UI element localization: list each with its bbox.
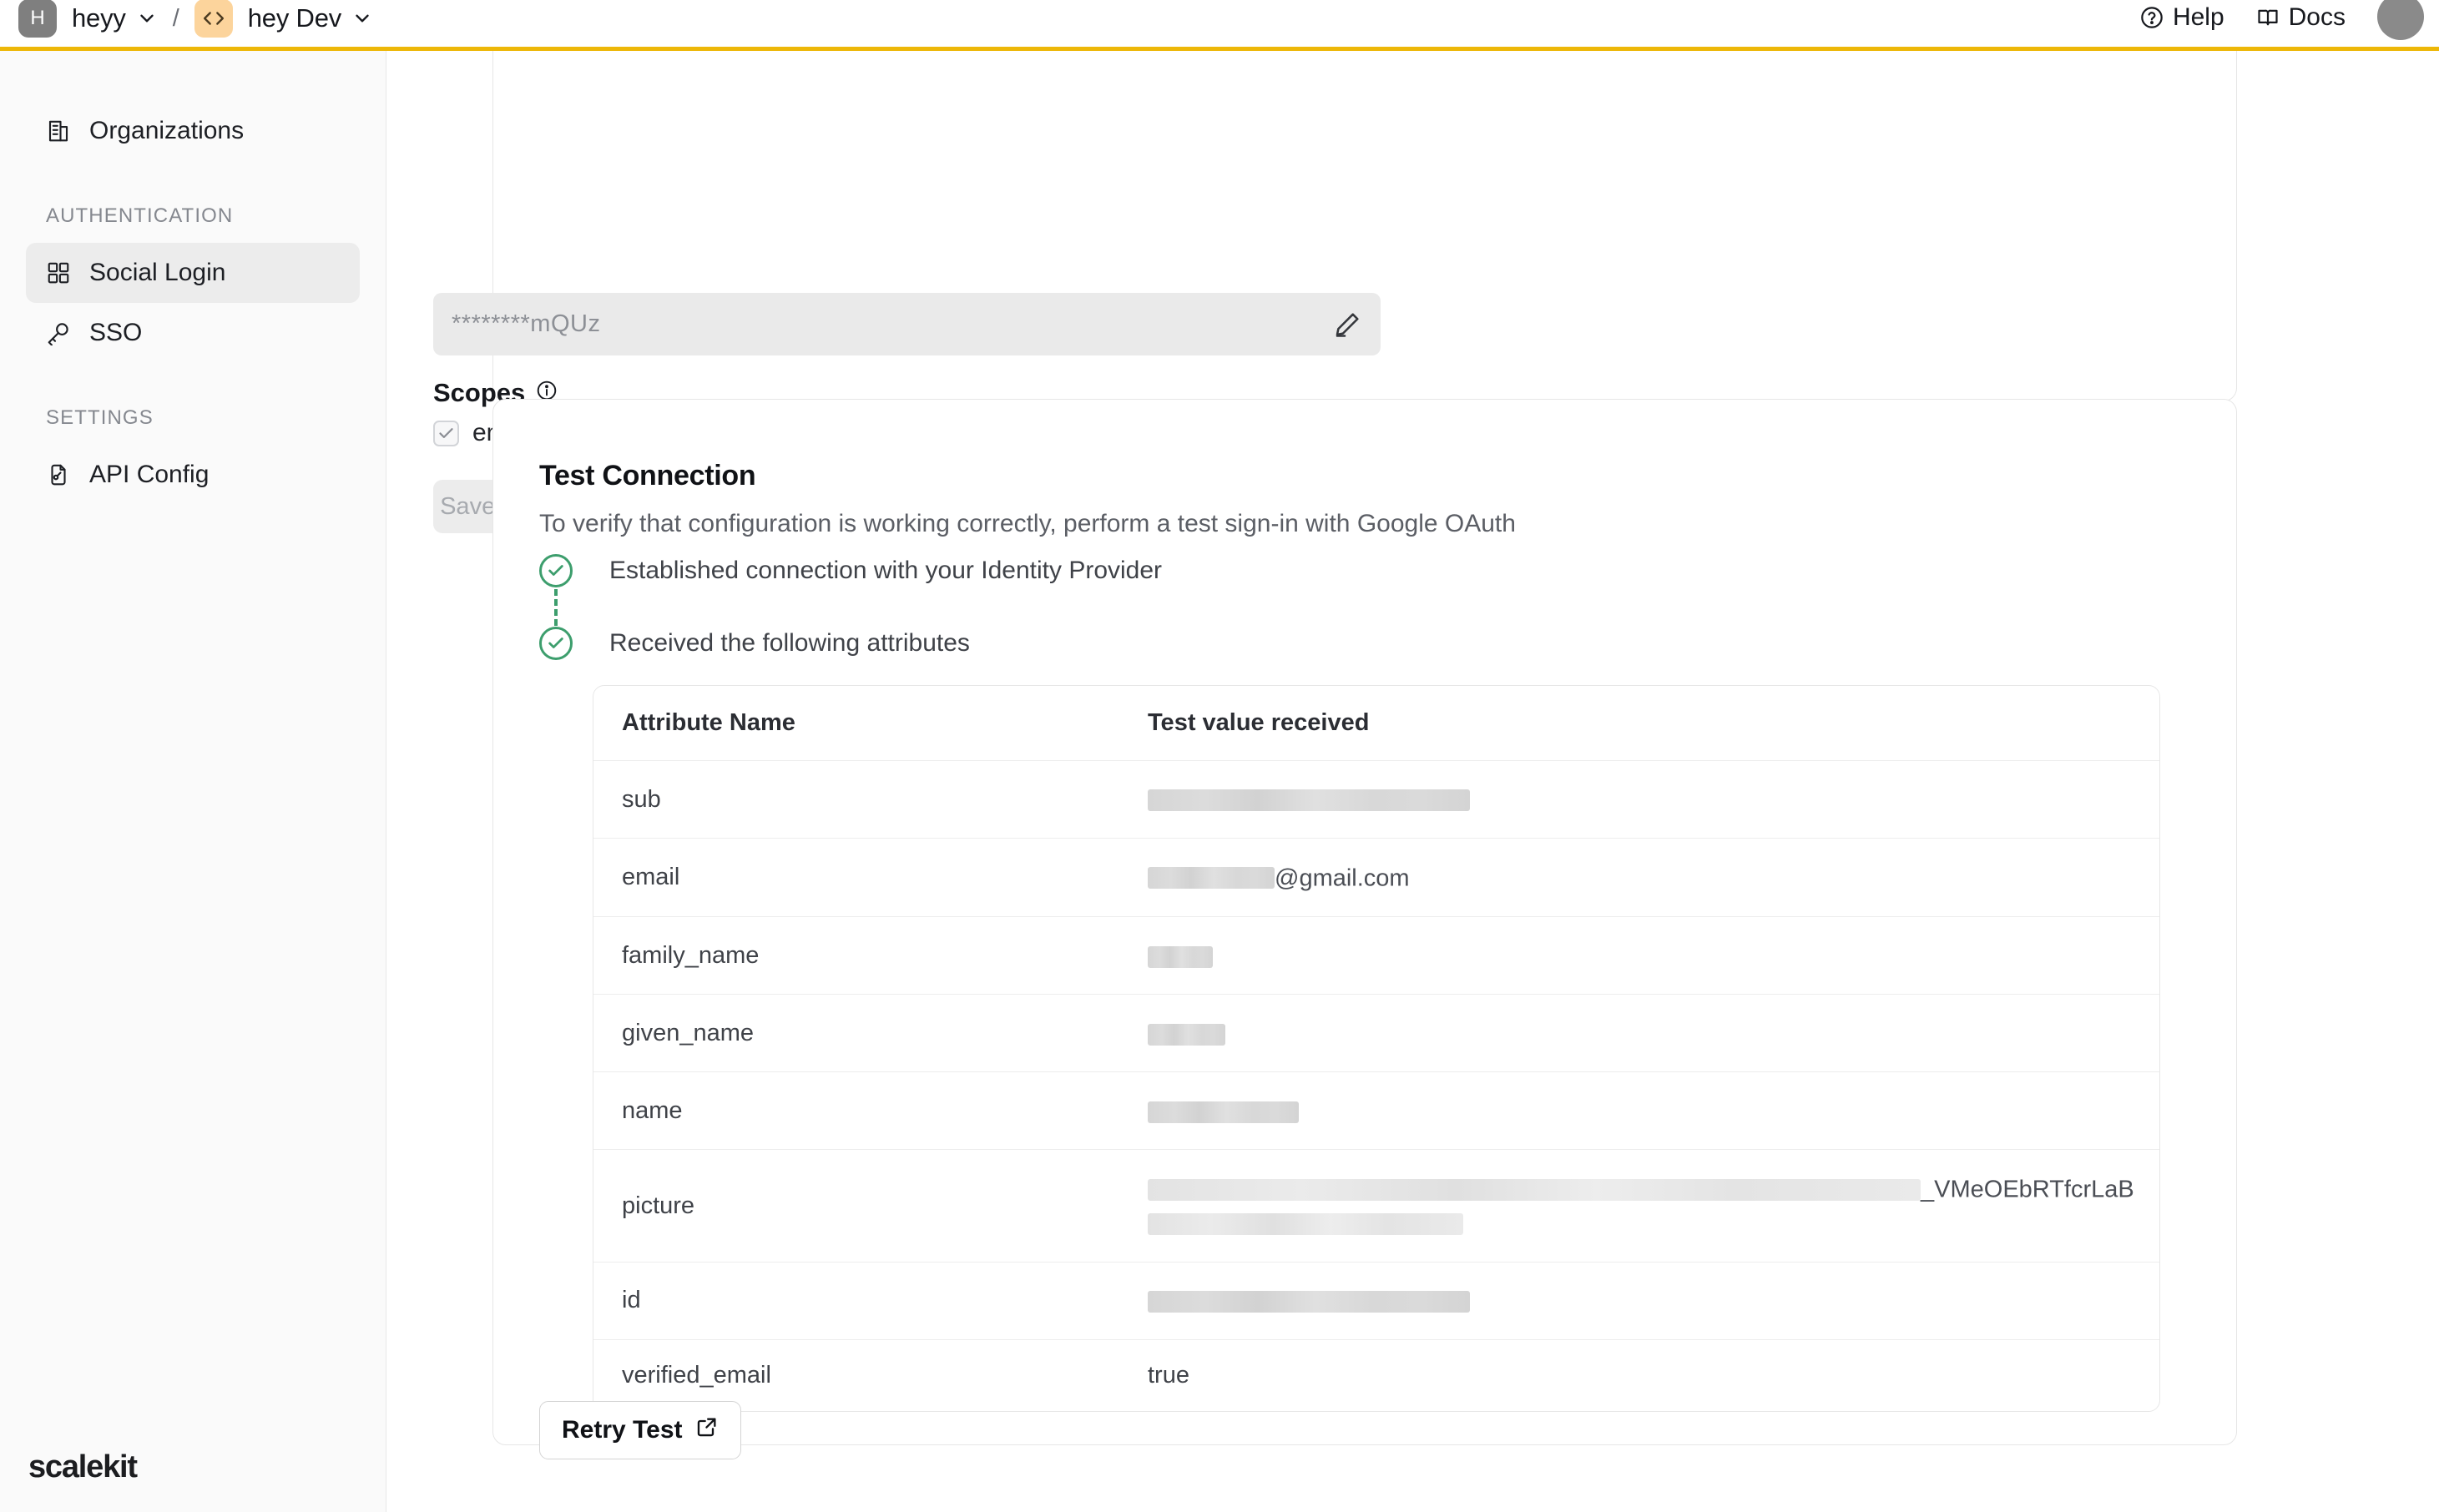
attribute-value-cell: _VMeOEbRTfcrLaB — [1119, 1149, 2159, 1263]
table-row: email @gmail.com — [593, 838, 2159, 918]
table-row: verified_email true — [593, 1339, 2159, 1411]
docs-link[interactable]: Docs — [2256, 3, 2346, 32]
attribute-value-cell — [1119, 1262, 2159, 1340]
help-link[interactable]: Help — [2140, 3, 2224, 32]
chevron-down-icon[interactable] — [136, 8, 158, 29]
step-connector — [554, 589, 558, 626]
table-row: name — [593, 1071, 2159, 1151]
retry-test-button[interactable]: Retry Test — [539, 1401, 741, 1459]
top-bar: H heyy / hey Dev Help Docs — [0, 0, 2439, 48]
table-header-row: Attribute Name Test value received — [593, 686, 2159, 761]
column-header-test-value: Test value received — [1119, 686, 2159, 761]
top-bar-actions: Help Docs — [2140, 0, 2439, 48]
redacted-value-line-2 — [1148, 1213, 1463, 1236]
attribute-value-text: @gmail.com — [1275, 864, 1410, 892]
table-row: given_name — [593, 994, 2159, 1073]
redacted-value — [1148, 1101, 1299, 1123]
column-header-attribute-name: Attribute Name — [593, 686, 1119, 761]
sidebar-item-organizations[interactable]: Organizations — [26, 101, 360, 161]
key-icon — [46, 320, 71, 345]
breadcrumb-env-name[interactable]: hey Dev — [248, 3, 342, 33]
sidebar: Organizations AUTHENTICATION Social Logi… — [0, 51, 386, 1512]
retry-test-label: Retry Test — [562, 1416, 683, 1444]
table-row: sub — [593, 760, 2159, 839]
check-circle-icon — [539, 554, 573, 587]
redacted-value — [1148, 1023, 1225, 1046]
sidebar-section-settings: SETTINGS — [46, 406, 154, 429]
external-link-icon — [695, 1415, 719, 1445]
attribute-name-cell: id — [593, 1262, 1119, 1340]
table-row: id — [593, 1262, 2159, 1340]
attribute-value-cell — [1119, 916, 2159, 995]
status-step-attributes-label: Received the following attributes — [609, 629, 970, 657]
sidebar-item-label-api-config: API Config — [89, 461, 210, 488]
breadcrumb-org-name[interactable]: heyy — [72, 3, 126, 33]
attribute-value-cell — [1119, 994, 2159, 1073]
sidebar-item-label-organizations: Organizations — [89, 117, 245, 144]
attribute-value-cell — [1119, 1071, 2159, 1151]
attribute-value-text: _VMeOEbRTfcrLaB — [1921, 1176, 2134, 1203]
attribute-name-cell: given_name — [593, 994, 1119, 1073]
checkbox-email[interactable] — [433, 420, 459, 446]
check-circle-icon-2 — [539, 627, 573, 660]
code-icon — [194, 0, 233, 38]
attributes-table: Attribute Name Test value received sub em… — [593, 685, 2160, 1412]
attribute-name-cell: sub — [593, 760, 1119, 839]
attribute-name-cell: name — [593, 1071, 1119, 1151]
attribute-value-cell: true — [1148, 1361, 1189, 1389]
attribute-name-cell: verified_email — [622, 1361, 771, 1389]
client-secret-value: ********mQUz — [452, 310, 601, 337]
redacted-value — [1148, 789, 1470, 812]
sidebar-item-sso[interactable]: SSO — [26, 303, 360, 363]
api-config-icon — [46, 462, 71, 487]
chevron-down-icon-env[interactable] — [351, 8, 373, 29]
redacted-value — [1148, 1178, 1921, 1201]
sidebar-item-label-social-login: Social Login — [89, 259, 226, 286]
client-secret-field[interactable]: ********mQUz — [433, 293, 1381, 355]
test-connection-title: Test Connection — [539, 460, 756, 491]
grid-icon — [46, 260, 71, 285]
table-row: picture _VMeOEbRTfcrLaB — [593, 1149, 2159, 1263]
status-step-connection-label: Established connection with your Identit… — [609, 557, 1163, 584]
breadcrumb-separator: / — [172, 4, 179, 32]
attribute-value-cell — [1119, 760, 2159, 839]
help-label: Help — [2172, 3, 2224, 31]
status-step-attributes: Received the following attributes — [539, 627, 970, 660]
avatar[interactable] — [2377, 0, 2424, 40]
redacted-value — [1148, 945, 1213, 968]
attribute-value-cell: @gmail.com — [1119, 838, 2159, 918]
attribute-name-cell: email — [593, 838, 1119, 918]
redacted-value — [1148, 867, 1275, 890]
sidebar-item-api-config[interactable]: API Config — [26, 445, 360, 505]
docs-label: Docs — [2288, 3, 2346, 31]
organizations-icon — [46, 118, 71, 144]
test-connection-subtitle: To verify that configuration is working … — [539, 510, 1516, 537]
table-row: family_name — [593, 916, 2159, 995]
edit-pencil-icon[interactable] — [1332, 310, 1362, 340]
redacted-value — [1148, 1291, 1470, 1313]
attribute-name-cell: picture — [593, 1149, 1119, 1263]
org-avatar: H — [18, 0, 57, 38]
status-step-connection: Established connection with your Identit… — [539, 554, 1162, 587]
attribute-name-cell: family_name — [593, 916, 1119, 995]
breadcrumb: H heyy / hey Dev — [0, 0, 373, 48]
sidebar-item-label-sso: SSO — [89, 319, 143, 346]
sidebar-item-social-login[interactable]: Social Login — [26, 243, 360, 303]
scalekit-logo: scalekit — [28, 1449, 138, 1484]
main-content: ********mQUz Scopes email profile Save c… — [387, 51, 2439, 1512]
sidebar-section-authentication: AUTHENTICATION — [46, 204, 234, 227]
